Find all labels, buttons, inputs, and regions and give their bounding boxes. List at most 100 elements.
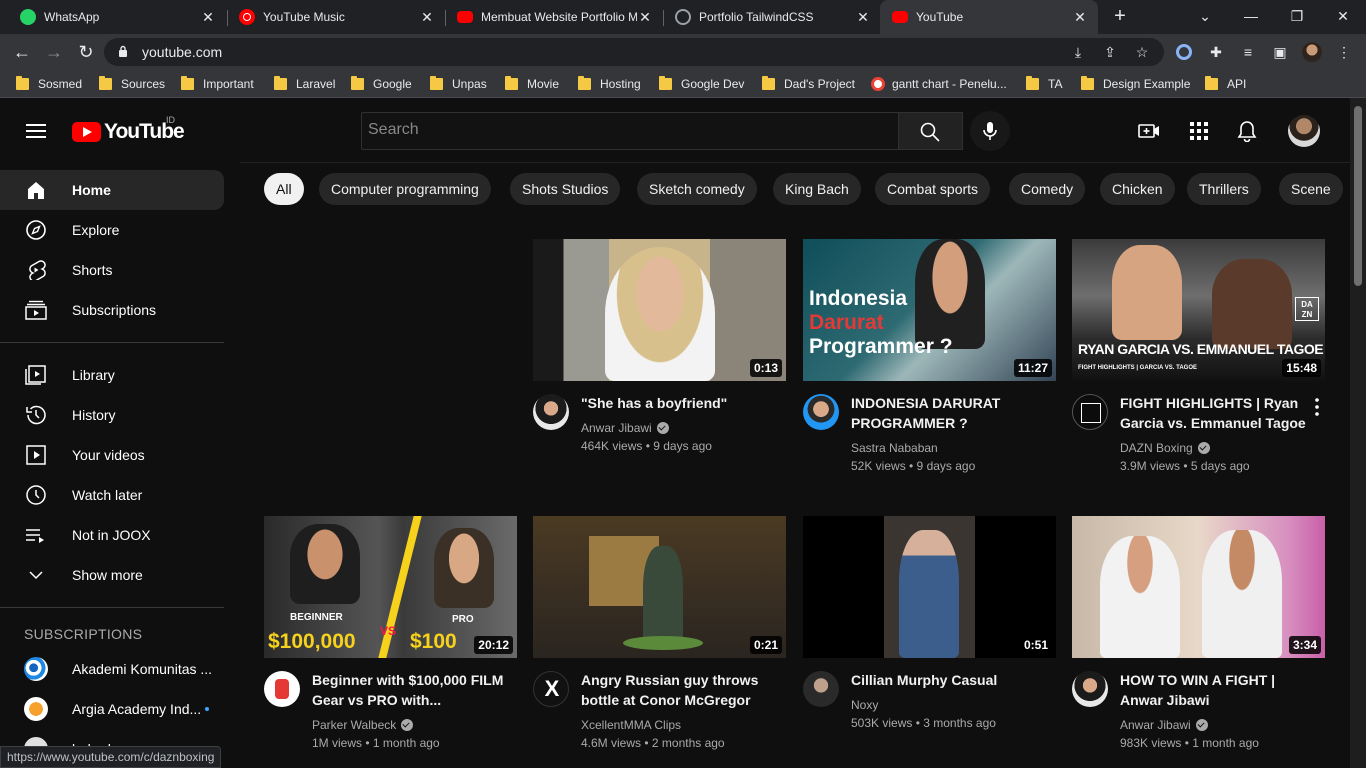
video-thumbnail[interactable]: DA ZN RYAN GARCIA VS. EMMANUEL TAGOE FIG… xyxy=(1072,239,1325,381)
maximize-button[interactable]: ❐ xyxy=(1274,0,1320,34)
bookmark-design-example[interactable]: Design Example xyxy=(1081,76,1190,92)
channel-avatar[interactable] xyxy=(1072,394,1108,430)
apps-grid-icon[interactable] xyxy=(1188,120,1210,142)
sidebar-item-watch-later[interactable]: Watch later xyxy=(0,475,224,515)
video-channel[interactable]: Anwar Jibawi xyxy=(581,419,669,437)
notifications-bell-icon[interactable] xyxy=(1236,120,1258,142)
video-thumbnail[interactable]: 3:34 xyxy=(1072,516,1325,658)
new-tab-button[interactable]: + xyxy=(1108,4,1132,28)
video-thumbnail[interactable]: 0:21 xyxy=(533,516,786,658)
video-channel[interactable]: Noxy xyxy=(851,696,878,714)
video-title[interactable]: Beginner with $100,000 FILM Gear vs PRO … xyxy=(312,670,507,710)
video-title[interactable]: INDONESIA DARURAT PROGRAMMER ? xyxy=(851,393,1046,433)
chip[interactable]: Comedy xyxy=(1009,173,1086,205)
bookmark-api[interactable]: API xyxy=(1205,76,1246,92)
url-text[interactable]: youtube.com xyxy=(142,44,222,60)
chip[interactable]: Scene xyxy=(1279,173,1343,205)
bookmark-gantt-chart[interactable]: gantt chart - Penelu... xyxy=(871,76,1007,92)
chrome-menu-icon[interactable]: ⋮ xyxy=(1334,42,1354,62)
chip-all[interactable]: All xyxy=(264,173,304,205)
close-window-button[interactable]: ✕ xyxy=(1320,0,1366,34)
channel-avatar[interactable] xyxy=(803,671,839,707)
profile-avatar[interactable] xyxy=(1302,42,1322,62)
close-icon[interactable]: ✕ xyxy=(200,9,216,26)
sidebar-item-your-videos[interactable]: Your videos xyxy=(0,435,224,475)
media-control-icon[interactable]: ≡ xyxy=(1238,42,1258,62)
search-input[interactable] xyxy=(368,121,888,139)
bookmark-hosting[interactable]: Hosting xyxy=(578,76,641,92)
video-channel[interactable]: Anwar Jibawi xyxy=(1120,716,1208,734)
channel-avatar[interactable] xyxy=(1072,671,1108,707)
video-channel[interactable]: DAZN Boxing xyxy=(1120,439,1210,457)
bookmark-sosmed[interactable]: Sosmed xyxy=(16,76,82,92)
bookmark-google[interactable]: Google xyxy=(351,76,412,92)
video-card[interactable]: 0:21 X Angry Russian guy throws bottle a… xyxy=(533,516,786,766)
video-title[interactable]: HOW TO WIN A FIGHT | Anwar Jibawi xyxy=(1120,670,1315,710)
create-video-icon[interactable] xyxy=(1138,120,1160,142)
chip[interactable]: Shots Studios xyxy=(510,173,621,205)
bookmark-ta[interactable]: TA xyxy=(1026,76,1062,92)
sidebar-item-home[interactable]: Home xyxy=(0,170,224,210)
bookmark-important[interactable]: Important xyxy=(181,76,254,92)
page-scrollbar[interactable] xyxy=(1350,98,1366,768)
bookmark-dads-project[interactable]: Dad's Project xyxy=(762,76,855,92)
video-card[interactable]: Indonesia Darurat Programmer ? 11:27 IND… xyxy=(803,239,1056,489)
chip[interactable]: King Bach xyxy=(773,173,861,205)
video-title[interactable]: Angry Russian guy throws bottle at Conor… xyxy=(581,670,776,710)
tab-whatsapp[interactable]: WhatsApp ✕ xyxy=(8,0,226,34)
video-channel[interactable]: Parker Walbeck xyxy=(312,716,414,734)
tab-youtube-music[interactable]: YouTube Music ✕ xyxy=(227,0,445,34)
bookmark-movie[interactable]: Movie xyxy=(505,76,559,92)
more-actions-icon[interactable] xyxy=(1309,397,1325,417)
close-icon[interactable]: ✕ xyxy=(637,9,653,26)
video-card[interactable]: DA ZN RYAN GARCIA VS. EMMANUEL TAGOE FIG… xyxy=(1072,239,1325,489)
youtube-logo[interactable]: YouTube ID xyxy=(72,115,185,144)
sidebar-item-show-more[interactable]: Show more xyxy=(0,555,224,595)
tab-youtube[interactable]: YouTube ✕ xyxy=(880,0,1098,34)
bookmark-google-dev[interactable]: Google Dev xyxy=(659,76,744,92)
sidebar-item-explore[interactable]: Explore xyxy=(0,210,224,250)
voice-search-button[interactable] xyxy=(970,111,1010,151)
video-channel[interactable]: Sastra Nababan xyxy=(851,439,938,457)
close-icon[interactable]: ✕ xyxy=(855,9,871,26)
menu-icon[interactable] xyxy=(26,124,46,138)
subscription-item[interactable]: Argia Academy Ind... xyxy=(0,689,224,729)
bookmark-star-icon[interactable]: ☆ xyxy=(1134,44,1150,60)
sidebar-item-playlist-not-in-joox[interactable]: Not in JOOX xyxy=(0,515,224,555)
reload-button[interactable]: ↻ xyxy=(74,40,98,64)
chip[interactable]: Chicken xyxy=(1100,173,1175,205)
bookmark-unpas[interactable]: Unpas xyxy=(430,76,487,92)
chip[interactable]: Thrillers xyxy=(1187,173,1261,205)
install-icon[interactable]: ⤓ xyxy=(1070,44,1086,60)
video-title[interactable]: "She has a boyfriend" xyxy=(581,393,776,413)
sidebar-item-library[interactable]: Library xyxy=(0,355,224,395)
video-title[interactable]: FIGHT HIGHLIGHTS | Ryan Garcia vs. Emman… xyxy=(1120,393,1315,433)
subscription-item[interactable]: Akademi Komunitas ... xyxy=(0,649,224,689)
side-panel-icon[interactable]: ▣ xyxy=(1270,42,1290,62)
search-box[interactable] xyxy=(361,112,899,150)
extensions-puzzle-icon[interactable]: ✚ xyxy=(1206,42,1226,62)
tab-membuat-website[interactable]: Membuat Website Portfolio M ✕ xyxy=(445,0,663,34)
extension-circle-icon[interactable] xyxy=(1174,42,1194,62)
scrollbar-thumb[interactable] xyxy=(1354,106,1362,286)
video-channel[interactable]: XcellentMMA Clips xyxy=(581,716,681,734)
video-card[interactable]: 0:13 "She has a boyfriend" Anwar Jibawi … xyxy=(533,239,786,489)
channel-avatar[interactable]: X xyxy=(533,671,569,707)
close-icon[interactable]: ✕ xyxy=(1072,9,1088,26)
chip[interactable]: Computer programming xyxy=(319,173,491,205)
omnibox[interactable]: youtube.com ⤓ ⇪ ☆ xyxy=(104,38,1164,66)
account-avatar[interactable] xyxy=(1288,115,1320,147)
search-button[interactable] xyxy=(899,112,963,150)
back-button[interactable]: ← xyxy=(10,40,34,64)
share-icon[interactable]: ⇪ xyxy=(1102,44,1118,60)
channel-avatar[interactable] xyxy=(803,394,839,430)
video-thumbnail[interactable]: 0:51 xyxy=(803,516,1056,658)
close-icon[interactable]: ✕ xyxy=(419,9,435,26)
video-card[interactable]: 0:51 Cillian Murphy Casual Noxy 503K vie… xyxy=(803,516,1056,766)
video-thumbnail[interactable]: Indonesia Darurat Programmer ? 11:27 xyxy=(803,239,1056,381)
video-thumbnail[interactable]: BEGINNER $100,000 VS PRO $100 20:12 xyxy=(264,516,517,658)
forward-button[interactable]: → xyxy=(42,40,66,64)
video-thumbnail[interactable]: 0:13 xyxy=(533,239,786,381)
video-card[interactable]: BEGINNER $100,000 VS PRO $100 20:12 Begi… xyxy=(264,516,517,766)
bookmark-laravel[interactable]: Laravel xyxy=(274,76,335,92)
